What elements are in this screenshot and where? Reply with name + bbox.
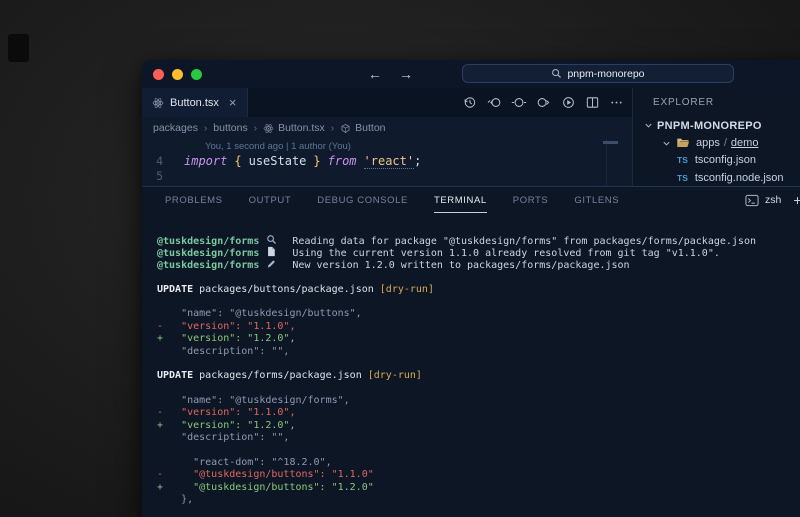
vscode-window: ← → pnpm-monorepo [142,60,800,517]
terminal-line [157,445,800,457]
symbol-class-icon [340,123,351,134]
terminal-line: UPDATE packages/buttons/package.json [dr… [157,284,800,296]
terminal-line: + "@tuskdesign/buttons": "1.2.0" [157,482,800,494]
terminal-line [157,296,800,308]
terminal-line: @tuskdesign/forms Reading data for packa… [157,234,800,246]
desktop-background-artifact [8,34,29,62]
next-change-icon[interactable] [536,95,552,110]
folder-name: apps [696,137,720,149]
maximize-window-button[interactable] [191,69,202,80]
panel-tab-output[interactable]: OUTPUT [249,187,292,213]
panel-tab-debug-console[interactable]: DEBUG CONSOLE [317,187,408,213]
react-icon [263,123,274,134]
typescript-icon: TS [677,155,688,165]
breadcrumb-separator: › [331,123,334,134]
panel-tab-gitlens[interactable]: GITLENS [574,187,619,213]
terminal-line: @tuskdesign/forms New version 1.2.0 writ… [157,259,800,271]
chevron-down-icon [659,139,673,148]
command-center-search[interactable]: pnpm-monorepo [462,64,734,83]
panel-tab-problems[interactable]: PROBLEMS [165,187,223,213]
chevron-down-icon [641,121,655,130]
breadcrumb-symbol[interactable]: Button [340,122,385,134]
explorer-sidebar: EXPLORER PNPM-MONOREPO apps/demo TS [632,88,800,186]
breadcrumb-file[interactable]: Button.tsx [263,122,325,134]
line-number: 5 [142,169,184,183]
minimize-window-button[interactable] [172,69,183,80]
identifier-usestate: useState [249,154,307,169]
traffic-lights [153,69,202,80]
editor-tab-bar: Button.tsx × [142,88,632,117]
terminal-line: "name": "@tuskdesign/buttons", [157,308,800,320]
explorer-file-tsconfig-json[interactable]: TS tsconfig.json [633,152,800,169]
search-icon [551,68,562,79]
code-line-5: 5 [142,169,632,185]
editor-scrollbar[interactable] [606,139,632,186]
keyword-from: from [328,154,357,169]
panel-tabs: PROBLEMS OUTPUT DEBUG CONSOLE TERMINAL PORTS… [142,187,800,213]
git-blame-annotation: You, 1 second ago | 1 author (You) [205,139,632,153]
breadcrumb-packages[interactable]: packages [153,122,198,134]
terminal-line [157,383,800,395]
terminal-line: - "version": "1.1.0", [157,407,800,419]
terminal-line [157,271,800,283]
explorer-folder-apps-demo[interactable]: apps/demo [633,134,800,151]
terminal-icon [745,194,759,207]
close-window-button[interactable] [153,69,164,80]
navigate-back-button[interactable]: ← [368,67,382,81]
terminal-line: UPDATE packages/forms/package.json [dry-… [157,370,800,382]
typescript-icon: TS [677,173,688,183]
terminal-line: - "@tuskdesign/buttons": "1.1.0" [157,469,800,481]
terminal-line: "name": "@tuskdesign/forms", [157,395,800,407]
code-line-4: 4 import { useState } from 'react' ; [142,153,632,169]
bottom-panel: PROBLEMS OUTPUT DEBUG CONSOLE TERMINAL PORTS… [142,186,800,517]
react-icon [152,97,164,109]
shell-label[interactable]: zsh [765,194,781,206]
breadcrumb-separator: › [204,123,207,134]
open-changes-icon[interactable] [511,95,527,110]
folder-open-icon [676,137,690,149]
keyword-import: import [184,154,227,169]
terminal-line: "description": "", [157,432,800,444]
run-file-icon[interactable] [561,95,576,110]
terminal-line: - "version": "1.1.0", [157,321,800,333]
new-terminal-button[interactable]: + [793,193,800,207]
search-value: pnpm-monorepo [567,68,644,80]
code-editor[interactable]: You, 1 second ago | 1 author (You) 4 imp… [142,139,632,186]
previous-change-icon[interactable] [486,95,502,110]
terminal-line: + "version": "1.2.0", [157,420,800,432]
more-actions-icon[interactable] [609,95,624,110]
terminal-line: + "version": "1.2.0", [157,333,800,345]
tab-close-icon[interactable]: × [229,96,237,109]
panel-tab-terminal[interactable]: TERMINAL [434,187,487,213]
scrollbar-thumb[interactable] [603,141,618,144]
breadcrumb: packages › buttons › Button.tsx › [142,117,632,139]
line-number: 4 [142,154,184,168]
panel-tab-ports[interactable]: PORTS [513,187,549,213]
tab-label: Button.tsx [170,97,219,109]
terminal-line: "description": "", [157,346,800,358]
breadcrumb-separator: › [254,123,257,134]
explorer-header: EXPLORER [633,88,800,117]
terminal-line [157,358,800,370]
terminal-line: @tuskdesign/forms Using the current vers… [157,246,800,258]
pencil-icon [266,259,279,273]
split-editor-icon[interactable] [585,95,600,110]
terminal-output[interactable]: @tuskdesign/forms Reading data for packa… [142,213,800,507]
timeline-history-icon[interactable] [462,95,477,110]
terminal-line: "react-dom": "^18.2.0", [157,457,800,469]
tab-button-tsx[interactable]: Button.tsx × [142,88,248,117]
terminal-line: }, [157,494,800,506]
explorer-root-pnpm-monorepo[interactable]: PNPM-MONOREPO [633,117,800,134]
navigate-forward-button[interactable]: → [399,67,413,81]
explorer-file-tsconfig-node-json[interactable]: TS tsconfig.node.json [633,169,800,186]
window-titlebar: ← → pnpm-monorepo [142,60,800,88]
string-react: 'react' [364,154,415,169]
breadcrumb-buttons[interactable]: buttons [213,122,247,134]
folder-active-segment: demo [731,137,759,149]
